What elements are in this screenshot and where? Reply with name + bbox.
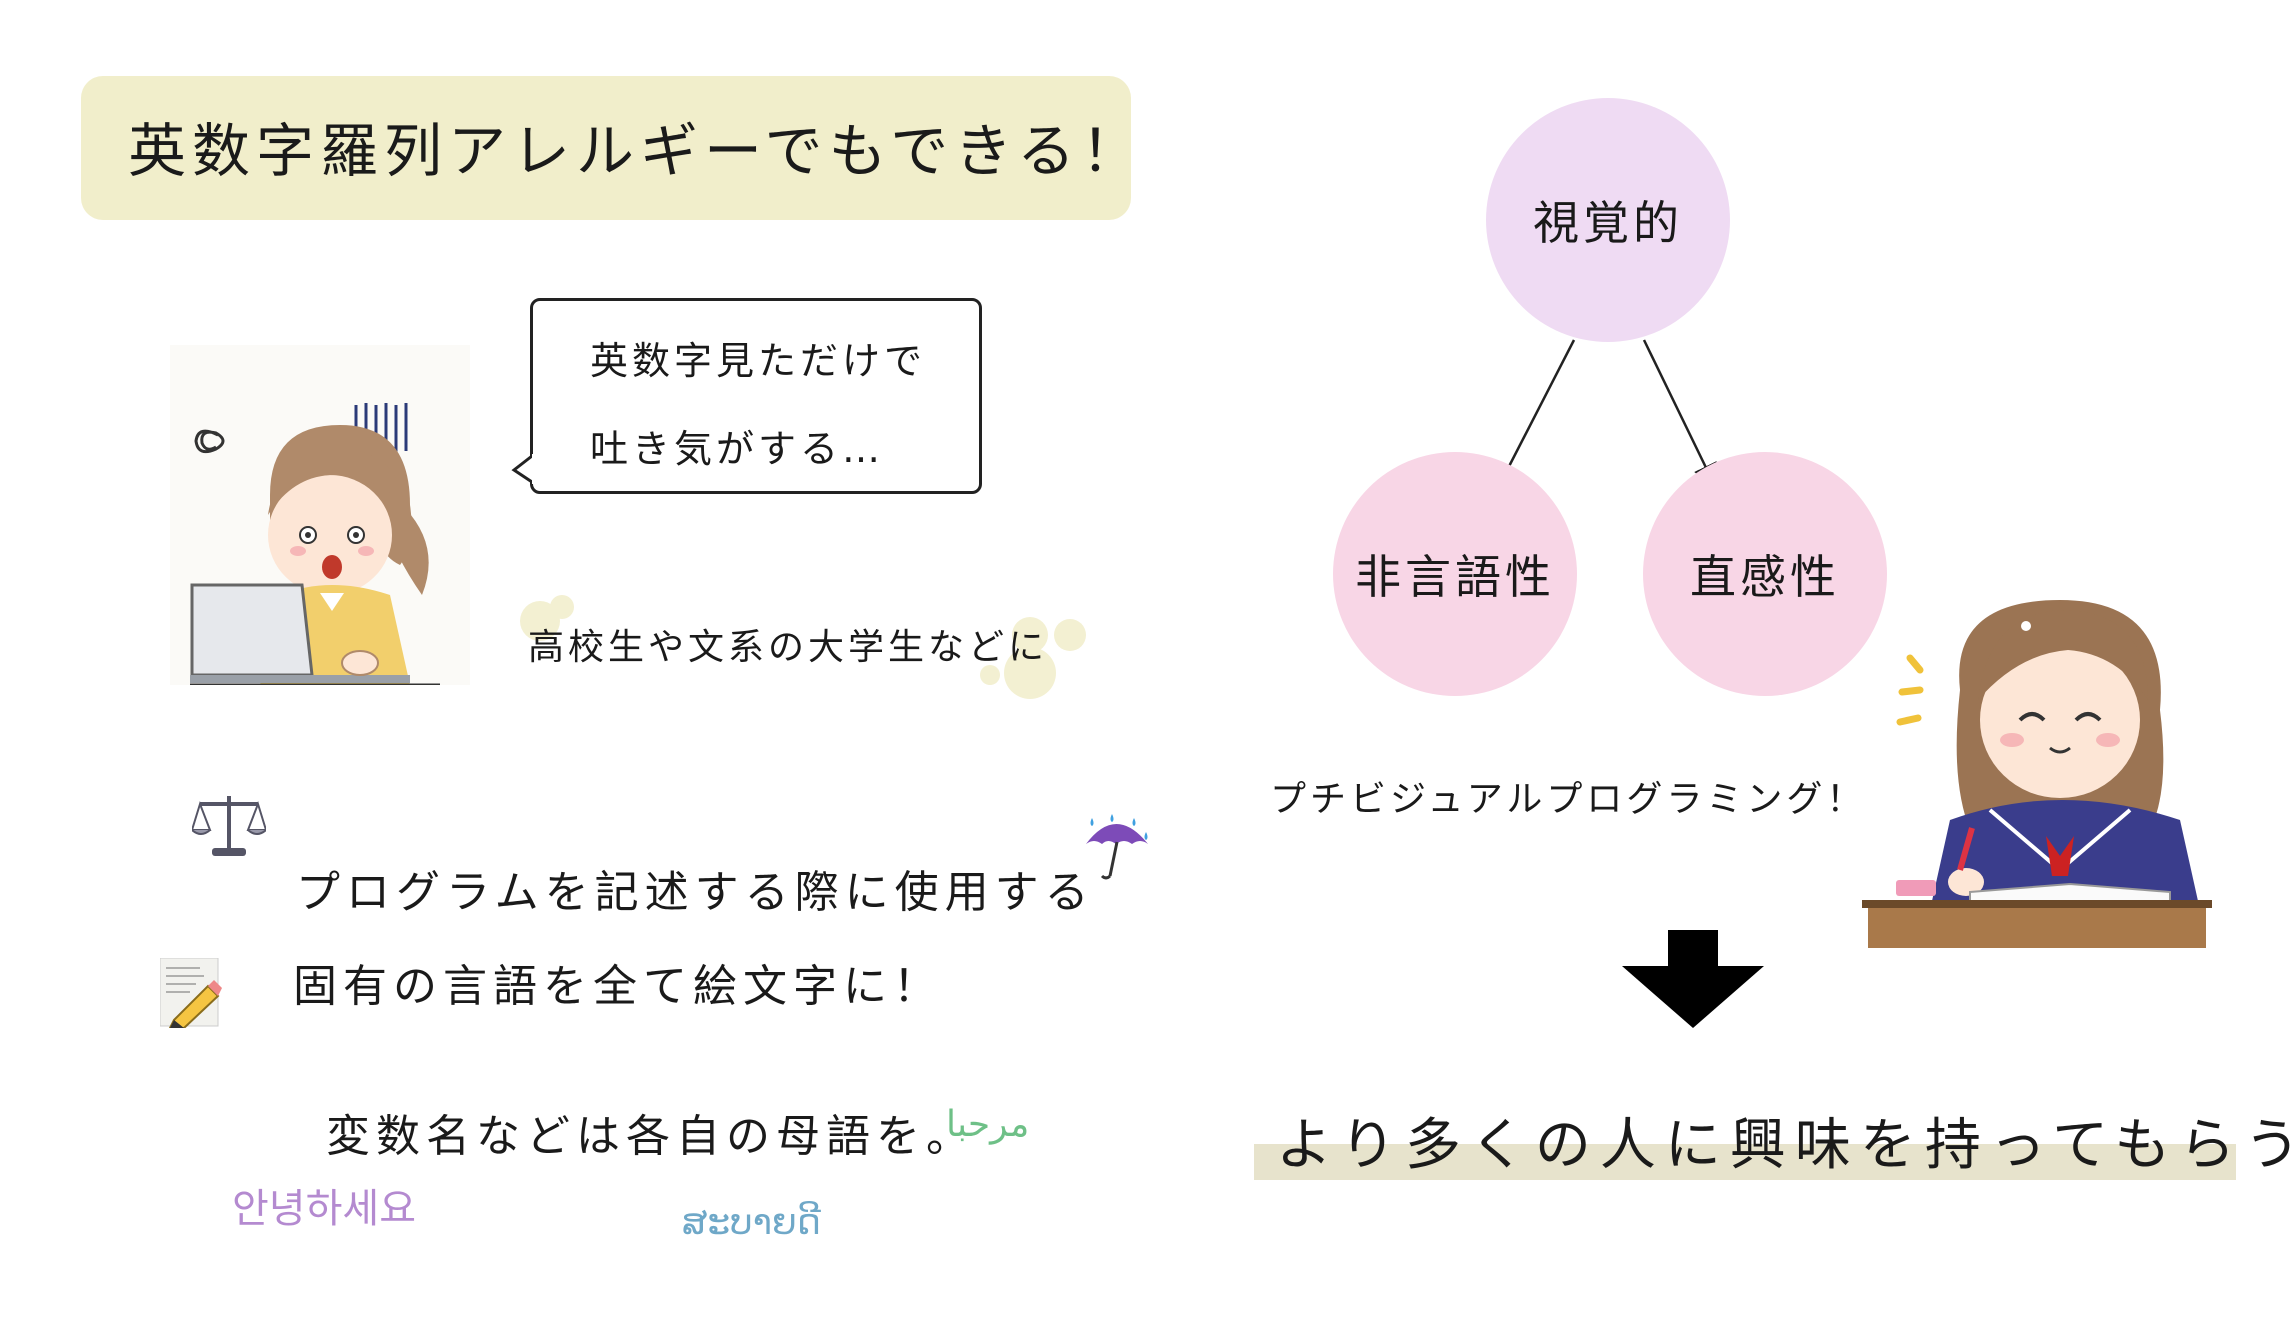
balance-scale-icon bbox=[192, 796, 266, 856]
studying-girl-illustration bbox=[1862, 600, 2212, 948]
memo-pencil-icon bbox=[160, 958, 222, 1028]
bubble-text-line1: 英数字見ただけで bbox=[590, 339, 927, 383]
greeting-lao: ສະບາຍດີ bbox=[682, 1202, 821, 1243]
emoji-description-line: 固有の言語を全て絵文字に！ bbox=[293, 961, 943, 1012]
program-description-line: プログラムを記述する際に使用する bbox=[296, 867, 1095, 918]
bubble-text-line2: 吐き気がする… bbox=[590, 427, 885, 471]
conclusion-text: より多くの人に興味を持ってもらう bbox=[1276, 1113, 2290, 1178]
page-title: 英数字羅列アレルギーでもできる！ bbox=[128, 117, 1146, 185]
variables-description-line: 変数名などは各自の母語を。 bbox=[326, 1111, 976, 1162]
petit-visual-programming-caption: プチビジュアルプログラミング！ bbox=[1270, 779, 1867, 820]
diagram-arrows bbox=[1497, 339, 1717, 489]
down-arrow-icon bbox=[1622, 930, 1764, 1028]
diagram-node-nonverbal: 非言語性 bbox=[1333, 452, 1577, 696]
target-audience-caption: 高校生や文系の大学生などに bbox=[528, 627, 1049, 668]
speech-bubble-tail bbox=[511, 454, 536, 484]
worried-woman-illustration bbox=[170, 345, 470, 685]
diagram-node-visual: 視覚的 bbox=[1486, 98, 1730, 342]
greeting-korean: 안녕하세요 bbox=[232, 1186, 416, 1232]
greeting-arabic: مرحبا bbox=[946, 1104, 1030, 1145]
